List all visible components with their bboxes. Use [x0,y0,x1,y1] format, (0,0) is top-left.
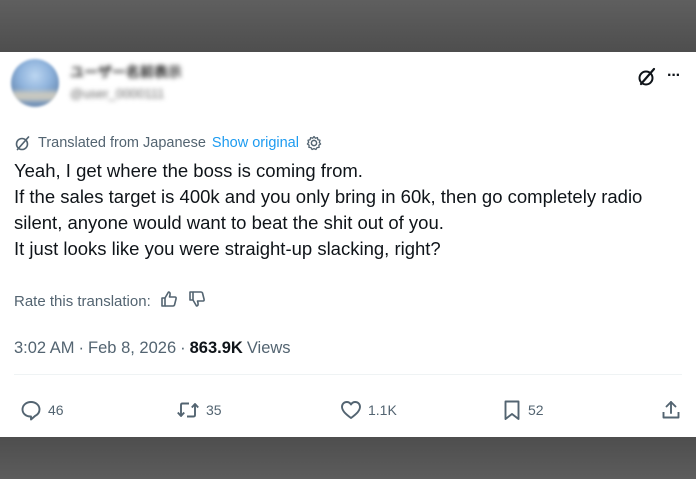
divider [14,374,682,375]
translate-icon [14,134,32,152]
like-count: 1.1K [368,402,397,418]
reply-count: 46 [48,402,64,418]
author-handle[interactable]: @user_0000111 [70,86,220,102]
rate-translation-label: Rate this translation: [14,292,151,310]
grok-icon[interactable] [636,66,658,88]
rate-translation: Rate this translation: [14,290,207,312]
repost-icon [176,399,200,421]
bookmark-button[interactable]: 52 [502,399,544,421]
reply-icon [20,399,42,421]
like-button[interactable]: 1.1K [340,399,397,421]
post-date[interactable]: Feb 8, 2026 [88,339,176,358]
views-label: Views [246,338,291,357]
post-text: Yeah, I get where the boss is coming fro… [14,158,689,262]
post-line: Yeah, I get where the boss is coming fro… [14,160,363,181]
reply-button[interactable]: 46 [20,399,64,421]
bookmark-icon [502,399,522,421]
avatar[interactable] [11,59,59,107]
views-count: 863.9K [189,338,243,357]
bookmark-count: 52 [528,402,544,418]
repost-count: 35 [206,402,222,418]
bottom-background-band [0,437,696,479]
meta-separator: · [78,338,85,357]
post-card: ユーザー名前表示 @user_0000111 ··· Translated fr… [0,52,696,437]
heart-icon [340,399,362,421]
share-icon [660,399,682,421]
share-button[interactable] [660,399,682,421]
thumbs-up-icon[interactable] [159,289,179,313]
settings-gear-icon[interactable] [305,134,323,152]
meta-separator: · [180,338,186,357]
translated-from-label: Translated from Japanese [38,135,206,151]
top-background-band [0,0,696,52]
post-meta: 3:02 AM · Feb 8, 2026 · 863.9K Views [14,337,291,359]
post-time[interactable]: 3:02 AM [14,339,75,358]
repost-button[interactable]: 35 [176,399,222,421]
author-display-name[interactable]: ユーザー名前表示 [70,62,220,78]
more-icon[interactable]: ··· [667,66,689,88]
post-line: If the sales target is 400k and you only… [14,186,643,233]
translation-notice: Translated from Japanese Show original [14,133,323,153]
thumbs-down-icon[interactable] [187,289,207,313]
post-line: It just looks like you were straight-up … [14,238,441,259]
show-original-link[interactable]: Show original [212,135,299,151]
